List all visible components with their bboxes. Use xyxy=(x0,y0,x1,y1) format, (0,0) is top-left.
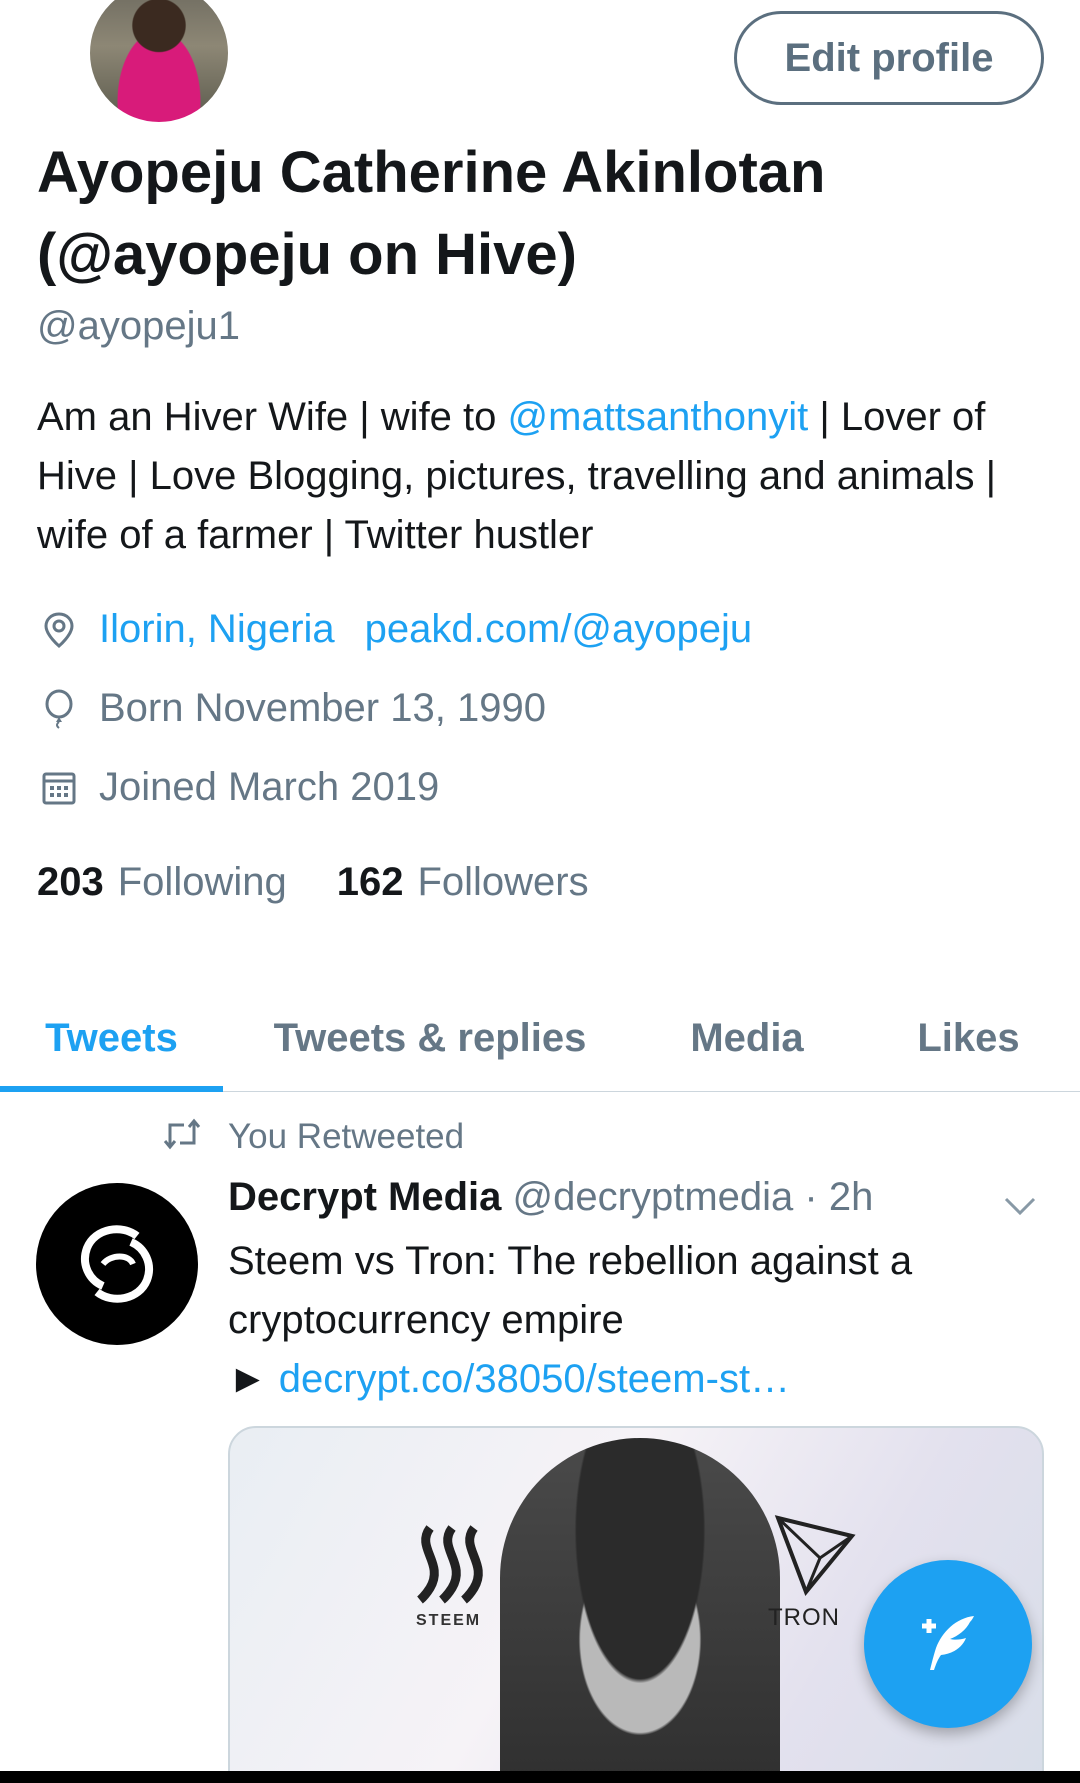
retweet-icon xyxy=(162,1117,202,1157)
bio-text-start: Am an Hiver Wife | wife to xyxy=(37,395,508,439)
tab-likes[interactable]: Likes xyxy=(857,985,1080,1092)
edit-profile-button[interactable]: Edit profile xyxy=(734,11,1044,105)
retweet-label: You Retweeted xyxy=(228,1117,465,1156)
profile-avatar[interactable] xyxy=(86,0,232,126)
tweet-author-avatar[interactable] xyxy=(36,1183,198,1345)
followers-label: Followers xyxy=(417,860,589,904)
profile-joined-row: Joined March 2019 xyxy=(37,765,439,810)
chevron-down-icon[interactable] xyxy=(998,1183,1042,1227)
decrypt-logo xyxy=(81,1225,153,1303)
profile-stats: 203 Following 162 Followers xyxy=(37,860,639,905)
profile-tabs: Tweets Tweets & replies Media Likes xyxy=(0,985,1080,1092)
balloon-icon xyxy=(37,687,81,731)
profile-bio: Am an Hiver Wife | wife to @mattsanthony… xyxy=(37,388,1047,565)
bio-mention-link[interactable]: @mattsanthonyit xyxy=(508,395,809,439)
profile-born-row: Born November 13, 1990 xyxy=(37,686,546,731)
calendar-icon xyxy=(37,766,81,810)
media-portrait xyxy=(500,1438,780,1783)
compose-tweet-icon xyxy=(922,1616,974,1670)
compose-tweet-button[interactable] xyxy=(864,1560,1032,1728)
following-label: Following xyxy=(117,860,287,904)
profile-name: Ayopeju Catherine Akinlotan (@ayopeju on… xyxy=(37,132,1037,296)
tron-label: TRON xyxy=(768,1604,840,1631)
tweet-text: Steem vs Tron: The rebellion against a c… xyxy=(228,1239,913,1342)
tweet-author-name[interactable]: Decrypt Media xyxy=(228,1175,501,1219)
profile-joined: Joined March 2019 xyxy=(99,765,440,809)
steem-logo xyxy=(417,1525,483,1604)
profile-location-row: Ilorin, Nigeria peakd.com/@ayopeju xyxy=(37,607,752,652)
tron-logo xyxy=(774,1515,856,1596)
tweet-handle-time: @decryptmedia · 2h xyxy=(512,1175,874,1219)
tab-tweets[interactable]: Tweets xyxy=(0,985,223,1092)
followers-count: 162 xyxy=(336,860,404,904)
system-nav-bar xyxy=(0,1771,1080,1783)
tab-media[interactable]: Media xyxy=(637,985,857,1092)
profile-born: Born November 13, 1990 xyxy=(99,686,546,730)
following-count: 203 xyxy=(37,860,104,904)
profile-name-line1: Ayopeju Catherine Akinlotan xyxy=(37,140,826,205)
location-pin-icon xyxy=(37,608,81,652)
profile-website-link[interactable]: peakd.com/@ayopeju xyxy=(365,607,753,652)
tweet-link-row: ► decrypt.co/38050/steem-st… xyxy=(228,1350,790,1409)
tweet-link-prefix: ► xyxy=(228,1357,279,1401)
profile-handle: @ayopeju1 xyxy=(37,304,240,348)
tab-tweets-replies[interactable]: Tweets & replies xyxy=(223,985,637,1092)
following-stat[interactable]: 203 Following xyxy=(37,860,287,905)
retweet-context: You Retweeted xyxy=(162,1117,464,1157)
tweet-header: Decrypt Media @decryptmedia · 2h xyxy=(228,1175,873,1220)
steem-label: STEEM xyxy=(416,1612,482,1629)
profile-name-line2: (@ayopeju on Hive) xyxy=(37,222,577,287)
followers-stat[interactable]: 162 Followers xyxy=(337,860,589,905)
tweet-link[interactable]: decrypt.co/38050/steem-st… xyxy=(279,1357,790,1401)
profile-location[interactable]: Ilorin, Nigeria xyxy=(99,607,335,652)
